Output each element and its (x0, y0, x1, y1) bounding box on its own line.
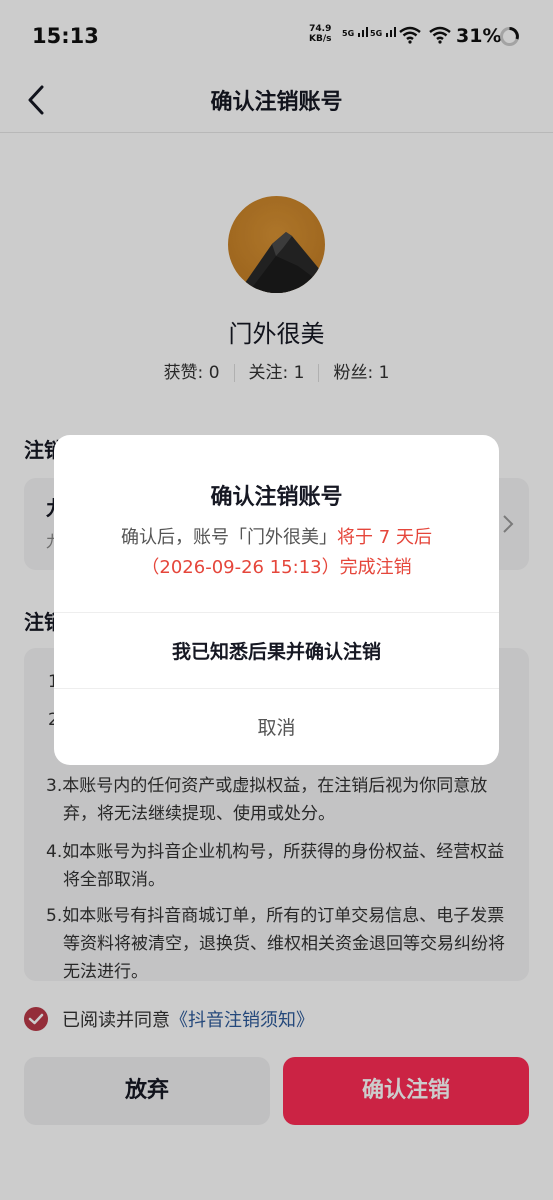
dialog-divider (54, 688, 499, 689)
confirm-dialog: 确认注销账号 确认后，账号「门外很美」将于 7 天后 （2026-09-26 1… (54, 435, 499, 765)
dialog-divider (54, 612, 499, 613)
dialog-message-days: 将于 7 天后 (337, 527, 432, 548)
dialog-message-date: （2026-09-26 15:13）完成注销 (141, 557, 412, 578)
dialog-cancel-button[interactable]: 取消 (54, 713, 499, 740)
acknowledge-confirm-button[interactable]: 我已知悉后果并确认注销 (54, 637, 499, 664)
dialog-message: 确认后，账号「门外很美」将于 7 天后 （2026-09-26 15:13）完成… (74, 523, 479, 583)
dialog-title: 确认注销账号 (210, 485, 343, 510)
dialog-message-prefix: 确认后，账号「门外很美」 (121, 527, 338, 548)
